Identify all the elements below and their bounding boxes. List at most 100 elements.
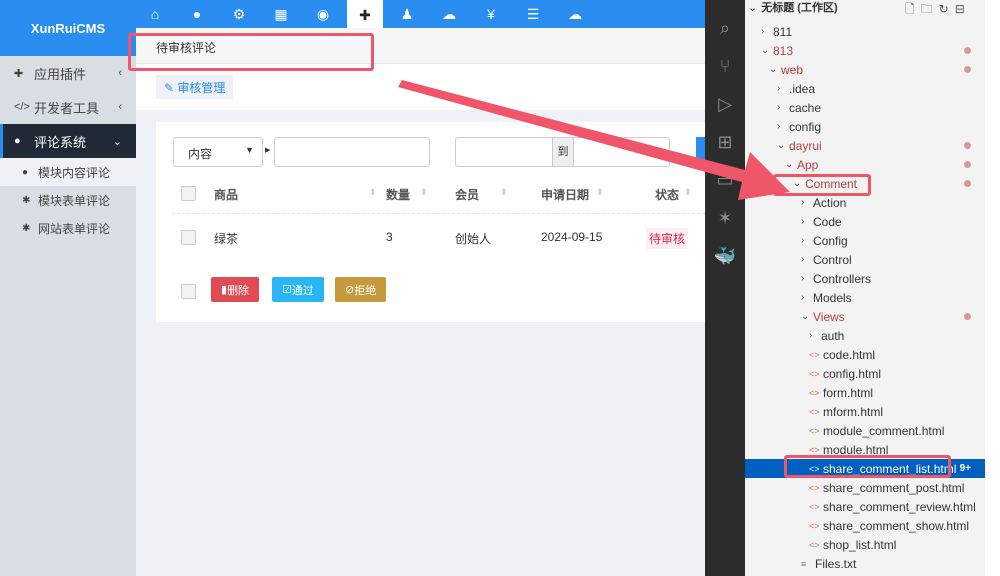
chevron-right-icon: › (777, 102, 781, 113)
modified-dot (964, 66, 971, 73)
chevron-right-icon: › (761, 26, 765, 37)
search-button[interactable] (696, 137, 705, 167)
keyword-input[interactable] (274, 137, 430, 167)
chevron-right-icon: › (801, 216, 805, 227)
tree-folder[interactable]: › Config (745, 231, 985, 250)
sidebar-sub-label: 模块表单评论 (38, 193, 111, 208)
tree-folder[interactable]: › .idea (745, 79, 985, 98)
reject-button[interactable]: ⊘ 拒绝 (335, 277, 387, 302)
column-header-member[interactable]: 会员 (455, 186, 479, 203)
remote-explorer-icon[interactable]: ▭ (705, 162, 745, 198)
puzzle-icon[interactable]: ✚ (347, 0, 383, 30)
sidebar-item-plugins[interactable]: ✚ 应用插件 ‹ (0, 56, 136, 90)
tree-item-label: Models (813, 290, 852, 305)
refresh-icon[interactable]: ↻ (939, 2, 955, 16)
tree-folder[interactable]: ⌄ Views (745, 307, 985, 326)
tree-folder[interactable]: › config (745, 117, 985, 136)
tree-item-label: Files.txt (815, 556, 857, 571)
tree-file[interactable]: <> form.html (745, 383, 985, 402)
select-all-checkbox[interactable] (181, 186, 196, 201)
explorer-header[interactable]: ⌄ 无标题 (工作区) (748, 0, 838, 15)
chevron-down-icon: ⌄ (801, 311, 810, 322)
tree-folder[interactable]: › Control (745, 250, 985, 269)
docker-icon[interactable]: 🐳 (705, 238, 745, 274)
bulk-checkbox[interactable] (181, 284, 196, 299)
tree-file[interactable]: <> share_comment_show.html (745, 516, 985, 535)
tree-file[interactable]: <> config.html (745, 364, 985, 383)
tree-item-label: 811 (773, 24, 793, 39)
globe-icon[interactable]: ● (179, 0, 215, 28)
sort-icon[interactable]: ⬍ (596, 187, 604, 198)
tree-folder[interactable]: › cache (745, 98, 985, 117)
tree-file[interactable]: <> shop_list.html (745, 535, 985, 554)
tree-folder[interactable]: › auth (745, 326, 985, 345)
tree-file[interactable]: <> share_comment_review.html (745, 497, 985, 516)
tree-file[interactable]: <> code.html (745, 345, 985, 364)
tree-folder[interactable]: ⌄ Comment (745, 174, 985, 193)
run-debug-icon[interactable]: ▷ (705, 86, 745, 122)
tree-folder[interactable]: ⌄ 813 (745, 41, 985, 60)
user-icon[interactable]: ♟ (389, 0, 425, 28)
cloud-icon[interactable]: ☁ (557, 0, 593, 28)
list-icon[interactable]: ☰ (515, 0, 551, 28)
tree-folder[interactable]: › 811 (745, 22, 985, 41)
tree-file[interactable]: <> share_comment_list.html 9+ (745, 459, 985, 478)
extensions-icon[interactable]: ⊞ (705, 124, 745, 160)
kubernetes-icon[interactable]: ✶ (705, 200, 745, 236)
sort-icon[interactable]: ⬍ (420, 187, 428, 198)
sidebar-sub-module-form-comments[interactable]: ✱ 模块表单评论 (0, 186, 136, 214)
source-control-icon[interactable]: ⑂ (705, 48, 745, 84)
cogs-icon[interactable]: ⚙ (221, 0, 257, 28)
sidebar-sub-module-content-comments[interactable]: ● 模块内容评论 (0, 158, 136, 186)
edit-icon: ✎ (164, 81, 178, 95)
delete-button[interactable]: ▮ 删除 (211, 277, 260, 302)
home-icon[interactable]: ⌂ (137, 0, 173, 28)
tree-file[interactable]: <> module_comment.html (745, 421, 985, 440)
wechat-icon[interactable]: ☁ (431, 0, 467, 28)
new-folder-icon[interactable]: 🗀 (921, 2, 939, 16)
chevron-down-icon: ⌄ (112, 135, 122, 148)
tree-folder[interactable]: › Models (745, 288, 985, 307)
status-badge: 待审核 (646, 228, 689, 249)
tree-folder[interactable]: › Code (745, 212, 985, 231)
sidebar-item-dev-tools[interactable]: </> 开发者工具 ‹ (0, 90, 136, 124)
sidebar-sub-site-form-comments[interactable]: ✱ 网站表单评论 (0, 214, 136, 242)
chevron-down-icon: ⌄ (777, 140, 786, 151)
tree-folder[interactable]: ⌄ dayrui (745, 136, 985, 155)
tree-file[interactable]: <> mform.html (745, 402, 985, 421)
chevron-down-icon: ▼ (245, 145, 254, 155)
new-file-icon[interactable]: 🗋 (905, 2, 921, 16)
sidebar-sub-label: 网站表单评论 (38, 221, 111, 236)
chevron-right-icon: › (801, 197, 805, 208)
tree-item-label: auth (821, 328, 845, 343)
tree-file[interactable]: ≡ Files.txt (745, 554, 985, 573)
collapse-all-icon[interactable]: ⊟ (955, 2, 971, 16)
sort-icon[interactable]: ⬍ (369, 187, 377, 198)
column-header-product[interactable]: 商品 (214, 186, 238, 203)
tree-item-label: dayrui (789, 138, 822, 153)
column-header-qty[interactable]: 数量 (386, 186, 410, 203)
tree-file[interactable]: <> share_comment_post.html (745, 478, 985, 497)
tree-folder[interactable]: ⌄ App (745, 155, 985, 174)
user-circle-icon[interactable]: ◉ (305, 0, 341, 28)
search-icon[interactable]: ⌕ (705, 10, 745, 46)
logo[interactable]: XunRuiCMS (0, 0, 136, 56)
sidebar-item-comments[interactable]: ● 评论系统 ⌄ (0, 124, 136, 158)
yen-icon[interactable]: ¥ (473, 0, 509, 28)
tree-folder[interactable]: ⌄ web (745, 60, 985, 79)
tree-folder[interactable]: › Controllers (745, 269, 985, 288)
tree-item-label: share_comment_post.html (823, 480, 965, 495)
html-file-icon: <> (809, 425, 820, 436)
tab-review-manage[interactable]: ✎ 审核管理 (156, 75, 234, 99)
tree-folder[interactable]: › Action (745, 193, 985, 212)
sort-icon[interactable]: ⬍ (684, 187, 692, 198)
sort-icon[interactable]: ⬍ (500, 187, 508, 198)
approve-button[interactable]: ☑ 通过 (272, 277, 324, 302)
field-select[interactable]: 内容 ▼ (173, 137, 263, 167)
column-header-date[interactable]: 申请日期 (541, 186, 589, 203)
grid-icon[interactable]: ▦ (263, 0, 299, 28)
chevron-right-icon: › (809, 330, 813, 341)
column-header-status[interactable]: 状态 (655, 186, 679, 203)
row-checkbox[interactable] (181, 230, 196, 245)
tree-file[interactable]: <> module.html (745, 440, 985, 459)
